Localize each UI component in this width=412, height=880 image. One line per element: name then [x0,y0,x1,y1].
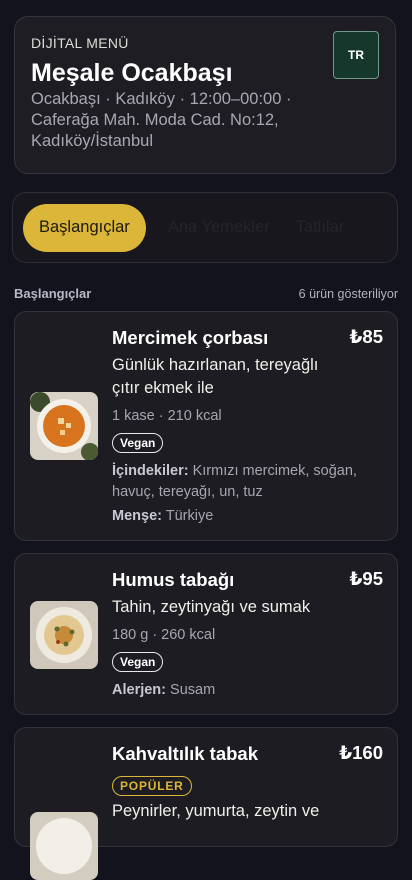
menu-item-card[interactable]: ₺160 Kahvaltılık tabak POPÜLER Peynirler… [14,727,398,880]
allergen-text: Susam [170,682,216,698]
restaurant-header: DİJİTAL MENÜ Meşale Ocakbaşı Ocakbaşı · … [14,16,396,174]
vegan-badge: Vegan [112,652,164,672]
item-allergen: Alerjen: Susam [112,680,383,701]
section-title: Başlangıçlar [14,286,92,301]
category-tabs: Başlangıçlar Ana Yemekler Tatlılar [12,192,398,263]
item-description: Günlük hazırlanan, tereyağlı çıtır ekmek… [112,356,319,397]
item-count: 6 ürün gösteriliyor [298,286,398,301]
origin-text: Türkiye [165,508,214,524]
breakfast-plate-image [30,812,98,880]
item-detail: 180 g · 260 kcal [112,627,216,643]
item-description: Tahin, zeytinyağı ve sumak [112,598,311,616]
item-ingredients: İçindekiler: Kırmızı mercimek, soğan, ha… [112,461,383,503]
menu-item-card[interactable]: ₺85 Mercimek çorbası Günlük hazırlanan, … [14,311,398,541]
item-name: Kahvaltılık tabak [112,743,259,764]
item-detail: 1 kase · 210 kcal [112,408,222,424]
tab-ana-yemekler[interactable]: Ana Yemekler [164,204,274,252]
hummus-image [30,601,98,669]
tab-baslangiclar[interactable]: Başlangıçlar [23,203,146,252]
vegan-badge: Vegan [112,433,164,453]
menu-item-card[interactable]: ₺95 Humus tabağı Tahin, zeytinyağı ve su… [14,553,398,715]
menu-eyebrow: DİJİTAL MENÜ [31,35,129,51]
popular-badge: POPÜLER [112,776,192,796]
tab-tatlilar[interactable]: Tatlılar [292,204,349,252]
ingredients-label: İçindekiler: [112,463,189,479]
item-body: Kahvaltılık tabak POPÜLER Peynirler, yum… [112,742,383,823]
item-name: Humus tabağı [112,569,235,590]
item-body: Humus tabağı Tahin, zeytinyağı ve sumak … [112,568,383,701]
restaurant-meta: Ocakbaşı · Kadıköy · 12:00–00:00 · Cafer… [31,90,292,150]
section-header: Başlangıçlar 6 ürün gösteriliyor [14,286,398,301]
item-body: Mercimek çorbası Günlük hazırlanan, tere… [112,326,383,527]
lentil-soup-image [30,392,98,460]
language-button[interactable]: TR [333,31,379,79]
restaurant-name: Meşale Ocakbaşı [31,59,233,87]
allergen-label: Alerjen: [112,682,166,698]
item-name: Mercimek çorbası [112,327,269,348]
item-origin: Menşe: Türkiye [112,506,383,527]
origin-label: Menşe: [112,508,162,524]
